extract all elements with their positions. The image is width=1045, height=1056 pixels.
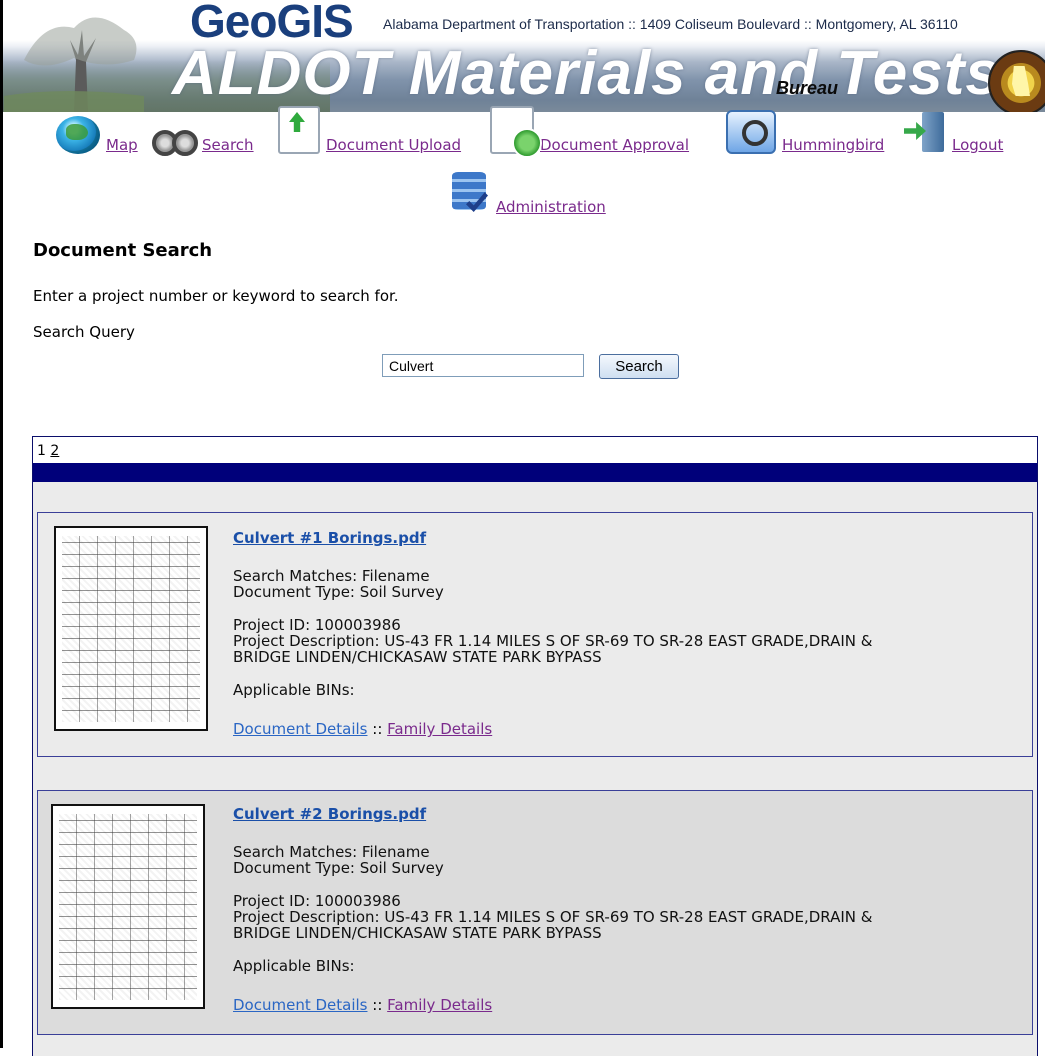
- result-item: Culvert #1 Borings.pdf Search Matches: F…: [37, 512, 1033, 757]
- department-info: Alabama Department of Transportation :: …: [383, 16, 958, 32]
- project-description: Project Description: US-43 FR 1.14 MILES…: [233, 632, 873, 650]
- search-button[interactable]: Search: [599, 354, 679, 379]
- result-links: Document Details :: Family Details: [233, 720, 492, 738]
- nav-link-logout[interactable]: Logout: [952, 136, 1003, 154]
- nav-item-document-approval[interactable]: Document Approval: [490, 106, 689, 158]
- globe-icon[interactable]: [56, 116, 100, 154]
- main-nav: Map Search Document Upload Document Appr…: [0, 106, 1045, 222]
- result-title-link[interactable]: Culvert #1 Borings.pdf: [233, 529, 426, 547]
- window-frame-edge: [0, 0, 3, 1048]
- result-details: Search Matches: Filename Document Type: …: [233, 844, 872, 974]
- site-banner: GeoGIS Alabama Department of Transportat…: [0, 0, 1045, 112]
- project-description-cont: BRIDGE LINDEN/CHICKASAW STATE PARK BYPAS…: [233, 648, 602, 666]
- project-description: Project Description: US-43 FR 1.14 MILES…: [233, 908, 873, 926]
- nav-link-document-upload[interactable]: Document Upload: [326, 136, 461, 154]
- document-details-link[interactable]: Document Details: [233, 996, 367, 1014]
- pagination: 1 2: [33, 437, 1037, 463]
- document-thumbnail[interactable]: [51, 804, 205, 1009]
- search-input[interactable]: [382, 354, 584, 377]
- nav-item-hummingbird[interactable]: Hummingbird: [726, 110, 884, 154]
- nav-item-logout[interactable]: Logout: [904, 112, 1003, 154]
- search-matches: Search Matches: Filename: [233, 843, 430, 861]
- link-separator: ::: [372, 996, 383, 1014]
- upload-icon[interactable]: [278, 106, 320, 154]
- nav-link-document-approval[interactable]: Document Approval: [540, 136, 689, 154]
- page-current: 1: [37, 443, 46, 459]
- document-type: Document Type: Soil Survey: [233, 859, 444, 877]
- nav-link-administration[interactable]: Administration: [496, 198, 606, 216]
- hummingbird-icon[interactable]: [726, 110, 776, 154]
- project-id: Project ID: 100003986: [233, 616, 401, 634]
- page-link-2[interactable]: 2: [50, 443, 59, 459]
- search-instructions: Enter a project number or keyword to sea…: [33, 287, 399, 305]
- applicable-bins: Applicable BINs:: [233, 681, 355, 699]
- document-thumbnail[interactable]: [54, 526, 208, 731]
- project-id: Project ID: 100003986: [233, 892, 401, 910]
- nav-item-search[interactable]: Search: [152, 112, 254, 156]
- binoculars-icon[interactable]: [152, 124, 198, 156]
- result-links: Document Details :: Family Details: [233, 996, 492, 1014]
- result-details: Search Matches: Filename Document Type: …: [233, 568, 872, 698]
- thumbnail-image: [62, 536, 200, 722]
- nav-item-document-upload[interactable]: Document Upload: [278, 106, 461, 154]
- link-separator: ::: [372, 720, 383, 738]
- result-title-link[interactable]: Culvert #2 Borings.pdf: [233, 805, 426, 823]
- project-description-cont: BRIDGE LINDEN/CHICKASAW STATE PARK BYPAS…: [233, 924, 602, 942]
- document-details-link[interactable]: Document Details: [233, 720, 367, 738]
- results-panel: 1 2 Culvert #1 Borings.pdf Search Matche…: [32, 436, 1038, 1056]
- nav-item-map[interactable]: Map: [56, 112, 138, 154]
- nav-link-search[interactable]: Search: [202, 136, 254, 154]
- page-title: Document Search: [33, 240, 213, 261]
- thumbnail-image: [59, 814, 197, 1000]
- family-details-link[interactable]: Family Details: [387, 720, 492, 738]
- logout-icon[interactable]: [904, 110, 946, 154]
- approval-icon[interactable]: [490, 106, 542, 158]
- results-header-band: [33, 463, 1037, 482]
- document-type: Document Type: Soil Survey: [233, 583, 444, 601]
- applicable-bins: Applicable BINs:: [233, 957, 355, 975]
- banner-title: ALDOT Materials and Tests: [172, 39, 1001, 108]
- nav-link-hummingbird[interactable]: Hummingbird: [782, 136, 884, 154]
- result-item: Culvert #2 Borings.pdf Search Matches: F…: [37, 790, 1033, 1035]
- admin-icon[interactable]: [450, 170, 490, 216]
- search-matches: Search Matches: Filename: [233, 567, 430, 585]
- aldot-seal-icon: [988, 50, 1045, 112]
- banner-subtitle: Bureau: [776, 78, 839, 98]
- search-query-label: Search Query: [33, 323, 135, 341]
- tree-image: [4, 17, 144, 112]
- family-details-link[interactable]: Family Details: [387, 996, 492, 1014]
- nav-link-map[interactable]: Map: [106, 136, 138, 154]
- nav-item-administration[interactable]: Administration: [450, 164, 606, 216]
